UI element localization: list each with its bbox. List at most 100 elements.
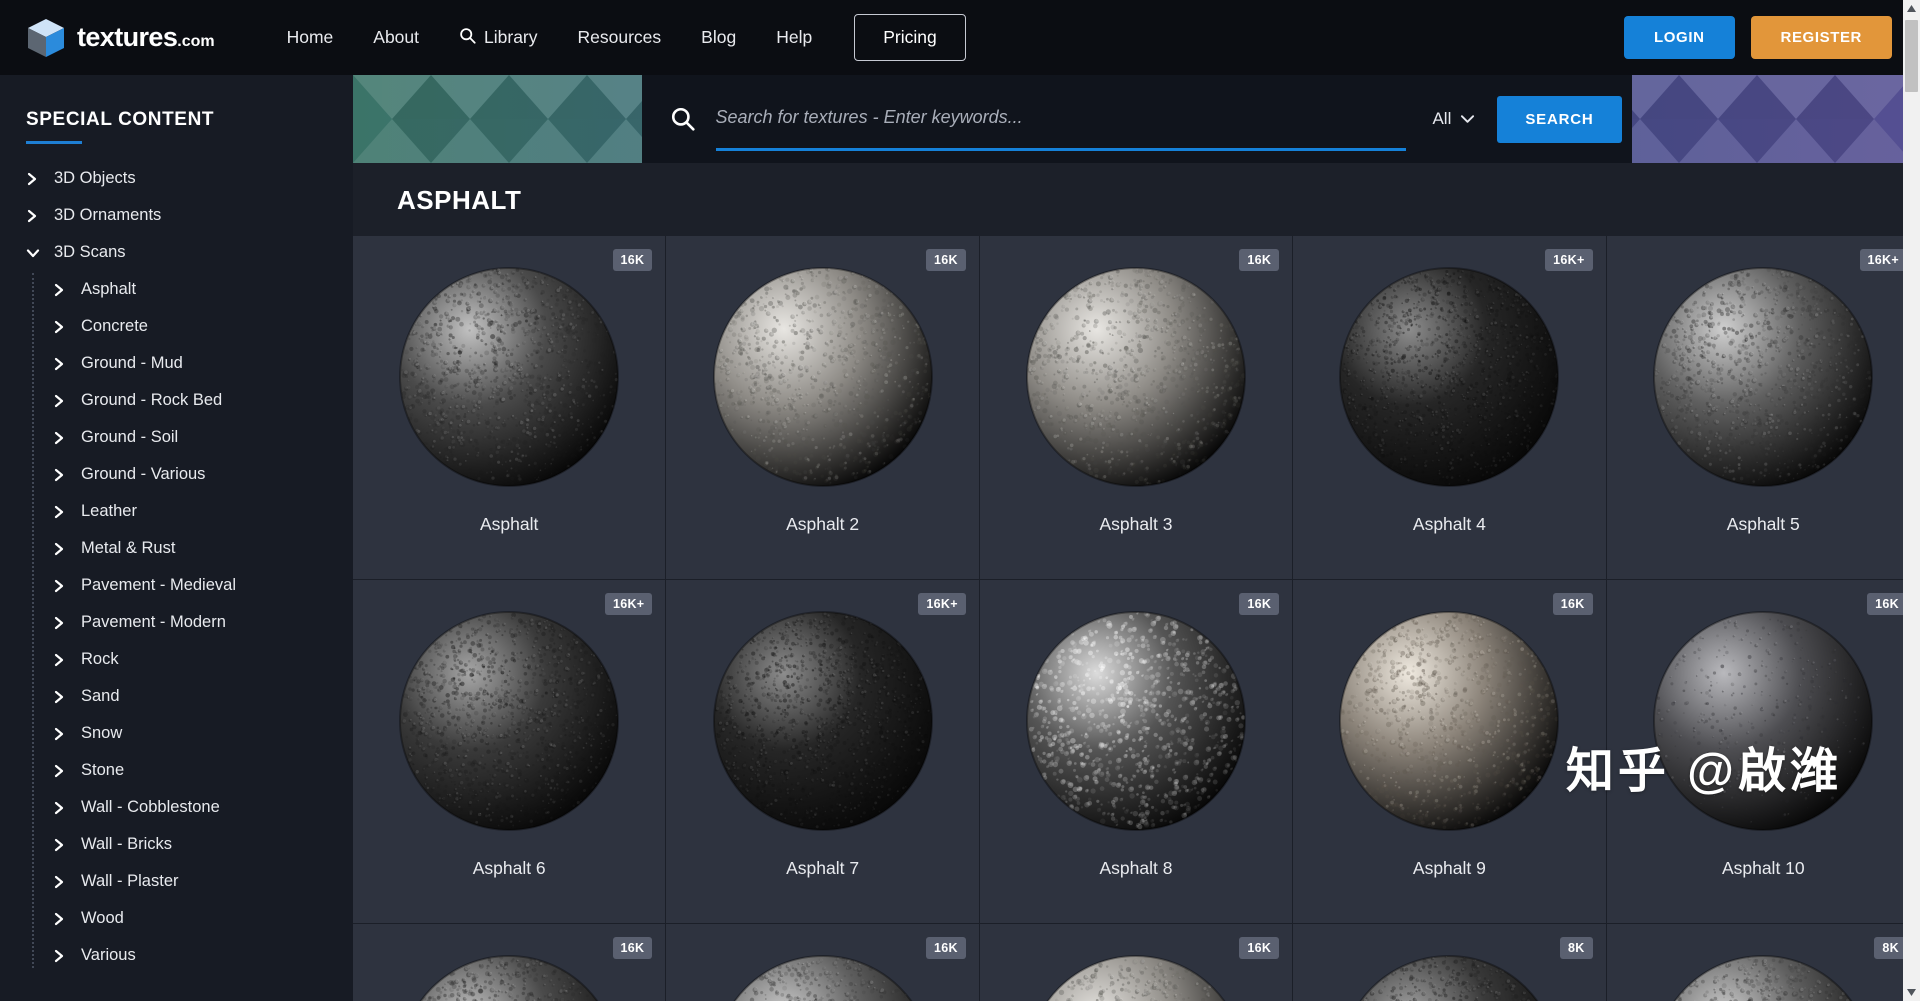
sidebar-subitem-label: Wood (81, 909, 124, 928)
texture-card[interactable]: 16K Asphalt 8 (979, 580, 1294, 924)
sidebar-subitem-wall-cobblestone[interactable]: Wall - Cobblestone (0, 789, 353, 826)
resolution-badge: 16K (1867, 593, 1907, 615)
sidebar-item-label: 3D Scans (54, 243, 126, 262)
search-button[interactable]: SEARCH (1497, 95, 1622, 143)
resolution-badge: 8K (1560, 937, 1593, 959)
sidebar-subitem-ground-various[interactable]: Ground - Various (0, 456, 353, 493)
sidebar-item-3d-scans[interactable]: 3D Scans (0, 234, 353, 271)
texture-card[interactable]: 16K Asphalt 2 (666, 236, 980, 580)
sidebar-subitem-concrete[interactable]: Concrete (0, 308, 353, 345)
texture-sphere-preview (1648, 950, 1878, 1001)
top-navigation-bar: textures.com Home About Library Resource… (0, 0, 1920, 75)
sidebar-subitem-ground-soil[interactable]: Ground - Soil (0, 419, 353, 456)
hero-search-banner: All SEARCH (353, 75, 1920, 163)
nav-label: Home (287, 27, 334, 48)
page-title-bar: ASPHALT (353, 163, 1920, 236)
sidebar-subitem-label: Ground - Various (81, 465, 205, 484)
brand-name: textures.com (77, 22, 215, 53)
sidebar-subitem-label: Pavement - Modern (81, 613, 226, 632)
texture-card[interactable]: 16K (353, 924, 667, 1001)
search-scope-dropdown[interactable]: All (1406, 109, 1497, 129)
texture-card[interactable]: 16K (666, 924, 980, 1001)
resolution-badge: 16K (612, 249, 653, 271)
sidebar-subitem-pavement-modern[interactable]: Pavement - Modern (0, 604, 353, 641)
scroll-down-button[interactable] (1903, 984, 1920, 1001)
chevron-right-icon (53, 468, 65, 482)
chevron-right-icon (53, 801, 65, 815)
texture-card[interactable]: 16K Asphalt 3 (979, 236, 1294, 580)
sidebar-subitem-leather[interactable]: Leather (0, 493, 353, 530)
sidebar-subitem-label: Wall - Bricks (81, 835, 172, 854)
sidebar-subitem-wall-bricks[interactable]: Wall - Bricks (0, 826, 353, 863)
sidebar-subitem-wood[interactable]: Wood (0, 900, 353, 937)
page-scrollbar[interactable] (1903, 0, 1920, 1001)
texture-card[interactable]: 8K (1606, 924, 1920, 1001)
scroll-up-button[interactable] (1903, 0, 1920, 17)
sidebar-subitem-pavement-medieval[interactable]: Pavement - Medieval (0, 567, 353, 604)
texture-sphere-preview (708, 262, 938, 492)
texture-card-title: Asphalt 8 (1100, 858, 1173, 879)
texture-card[interactable]: 8K (1293, 924, 1607, 1001)
sidebar-subitem-ground-rock-bed[interactable]: Ground - Rock Bed (0, 382, 353, 419)
texture-card[interactable]: 16K+ Asphalt 7 (666, 580, 980, 924)
sidebar-subitem-sand[interactable]: Sand (0, 678, 353, 715)
resolution-badge: 16K (612, 937, 653, 959)
texture-sphere-preview (1648, 262, 1878, 492)
chevron-right-icon (26, 209, 38, 223)
sidebar-subitem-snow[interactable]: Snow (0, 715, 353, 752)
nav-item-pricing[interactable]: Pricing (854, 14, 966, 61)
scrollbar-thumb[interactable] (1905, 20, 1918, 92)
texture-card[interactable]: 16K+ Asphalt 5 (1606, 236, 1920, 580)
sidebar-subitem-rock[interactable]: Rock (0, 641, 353, 678)
resolution-badge: 16K+ (918, 593, 966, 615)
nav-item-about[interactable]: About (353, 17, 439, 58)
sidebar-subitem-various[interactable]: Various (0, 937, 353, 974)
register-button[interactable]: REGISTER (1750, 16, 1892, 59)
sidebar-subitem-label: Asphalt (81, 280, 136, 299)
sidebar-subitem-stone[interactable]: Stone (0, 752, 353, 789)
texture-card[interactable]: 16K+ Asphalt 4 (1293, 236, 1607, 580)
nav-item-home[interactable]: Home (267, 17, 354, 58)
login-button[interactable]: LOGIN (1624, 16, 1735, 59)
texture-card-title: Asphalt 4 (1413, 514, 1486, 535)
texture-sphere-preview (1021, 950, 1251, 1001)
account-actions: LOGIN REGISTER (1624, 16, 1892, 59)
chevron-right-icon (53, 616, 65, 630)
nav-links: Home About Library Resources Blog Help P… (267, 14, 966, 61)
sidebar-item-3d-objects[interactable]: 3D Objects (0, 160, 353, 197)
texture-card[interactable]: 16K Asphalt 10 (1606, 580, 1920, 924)
search-scope-label: All (1432, 109, 1451, 129)
chevron-right-icon (53, 579, 65, 593)
chevron-right-icon (53, 949, 65, 963)
texture-card[interactable]: 16K Asphalt 9 (1293, 580, 1607, 924)
sidebar-title-underline (26, 141, 82, 144)
nav-item-help[interactable]: Help (756, 17, 832, 58)
nav-item-blog[interactable]: Blog (681, 17, 756, 58)
texture-sphere-preview (394, 950, 624, 1001)
nav-item-resources[interactable]: Resources (558, 17, 682, 58)
texture-sphere-preview (394, 262, 624, 492)
brand-suffix: .com (177, 33, 214, 50)
texture-sphere-preview (394, 606, 624, 836)
nav-label: Library (484, 27, 538, 48)
texture-card[interactable]: 16K Asphalt (353, 236, 667, 580)
sidebar-subitem-ground-mud[interactable]: Ground - Mud (0, 345, 353, 382)
brand-logo[interactable]: textures.com (26, 17, 215, 59)
sidebar-subitem-label: Ground - Mud (81, 354, 183, 373)
texture-grid: 16K Asphalt 16K Asphalt 2 16K Asphalt 3 16K+ As… (353, 236, 1920, 1001)
sidebar-subitem-label: Leather (81, 502, 137, 521)
resolution-badge: 16K (1552, 593, 1593, 615)
sidebar-subitem-wall-plaster[interactable]: Wall - Plaster (0, 863, 353, 900)
texture-card[interactable]: 16K+ Asphalt 6 (353, 580, 667, 924)
search-icon (459, 27, 476, 49)
sidebar-subtree-3d-scans: Asphalt Concrete Ground - Mud Ground - Rock… (0, 271, 353, 974)
texture-card[interactable]: 16K (979, 924, 1294, 1001)
search-input[interactable] (715, 87, 1407, 151)
texture-grid-scroll[interactable]: 16K Asphalt 16K Asphalt 2 16K Asphalt 3 16K+ As… (353, 236, 1920, 1001)
sidebar-subitem-metal-rust[interactable]: Metal & Rust (0, 530, 353, 567)
sidebar-subitem-label: Ground - Rock Bed (81, 391, 222, 410)
sidebar-subitem-asphalt[interactable]: Asphalt (0, 271, 353, 308)
chevron-right-icon (53, 283, 65, 297)
nav-item-library[interactable]: Library (439, 17, 558, 59)
sidebar-item-3d-ornaments[interactable]: 3D Ornaments (0, 197, 353, 234)
